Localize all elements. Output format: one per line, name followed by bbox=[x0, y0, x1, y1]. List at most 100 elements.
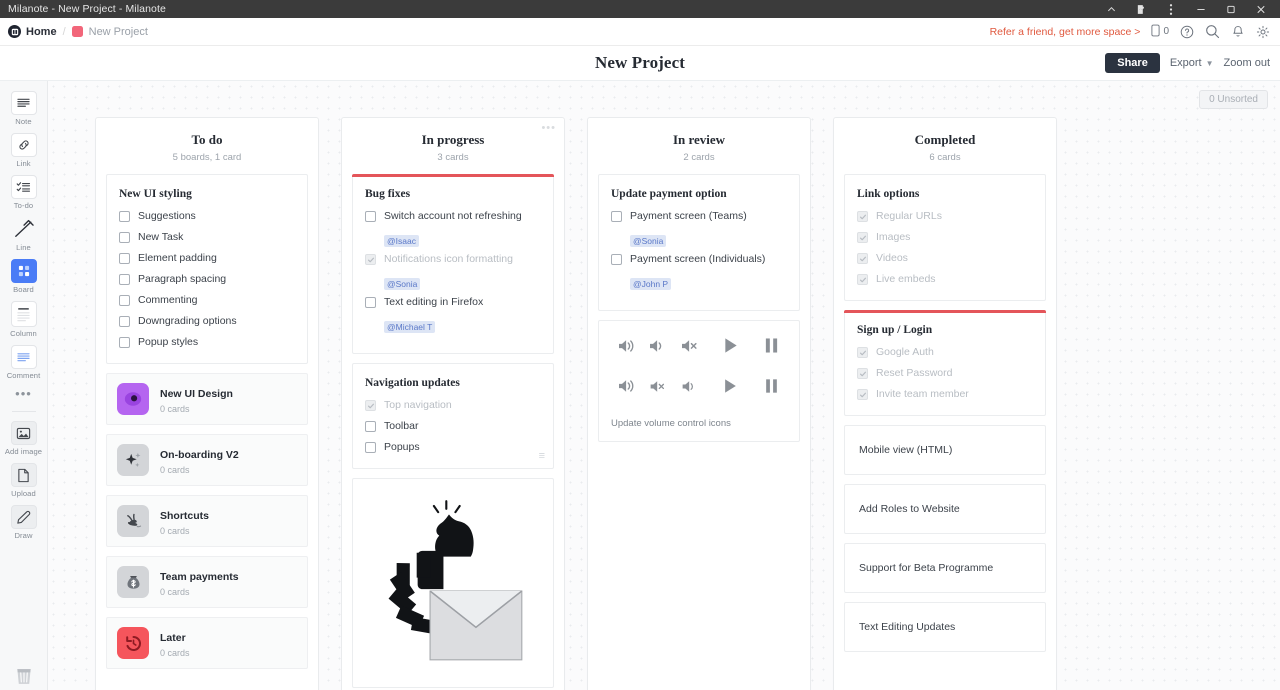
checkbox-checked-icon[interactable] bbox=[857, 389, 868, 400]
board-item-later[interactable]: Later 0 cards bbox=[106, 617, 308, 669]
tool-todo[interactable]: To-do bbox=[0, 175, 48, 210]
card-link-options[interactable]: Link options Regular URLs bbox=[844, 174, 1046, 301]
bell-icon[interactable] bbox=[1231, 25, 1245, 39]
tool-add-image[interactable]: Add image bbox=[0, 421, 48, 456]
checkbox-icon[interactable] bbox=[119, 232, 130, 243]
checkbox-icon[interactable] bbox=[119, 253, 130, 264]
checkbox-checked-icon[interactable] bbox=[857, 232, 868, 243]
tool-board[interactable]: Board bbox=[0, 259, 48, 294]
checklist-item[interactable]: Paragraph spacing bbox=[119, 273, 295, 286]
search-icon[interactable] bbox=[1205, 24, 1220, 39]
close-button[interactable] bbox=[1246, 0, 1276, 18]
checklist-item[interactable]: Text editing in Firefox bbox=[365, 296, 541, 309]
unsorted-badge[interactable]: 0 Unsorted bbox=[1199, 90, 1268, 109]
checkbox-icon[interactable] bbox=[119, 274, 130, 285]
checkbox-icon[interactable] bbox=[365, 211, 376, 222]
checklist-item[interactable]: Toolbar bbox=[365, 420, 541, 433]
minimize-button[interactable] bbox=[1186, 0, 1216, 18]
checklist-item[interactable]: Payment screen (Teams) bbox=[611, 210, 787, 223]
checklist-item[interactable]: Google Auth bbox=[857, 346, 1033, 359]
checklist-item[interactable]: Downgrading options bbox=[119, 315, 295, 328]
checklist-item[interactable]: Reset Password bbox=[857, 367, 1033, 380]
checklist-item[interactable]: Top navigation bbox=[365, 399, 541, 412]
tool-line[interactable]: Line bbox=[0, 217, 48, 252]
checklist-item[interactable]: Popups bbox=[365, 441, 541, 454]
toolbar-more-button[interactable]: ••• bbox=[15, 389, 32, 399]
checkbox-icon[interactable] bbox=[119, 211, 130, 222]
chevron-up-icon[interactable] bbox=[1096, 0, 1126, 18]
tool-draw[interactable]: Draw bbox=[0, 505, 48, 540]
checklist-item[interactable]: Payment screen (Individuals) bbox=[611, 253, 787, 266]
extensions-icon[interactable] bbox=[1126, 0, 1156, 18]
tool-upload[interactable]: Upload bbox=[0, 463, 48, 498]
checklist-item[interactable]: Notifications icon formatting bbox=[365, 253, 541, 266]
board-item-new-ui-design[interactable]: New UI Design 0 cards bbox=[106, 373, 308, 425]
card-thumbs-up-image[interactable] bbox=[352, 478, 554, 688]
checklist-item[interactable]: Commenting bbox=[119, 294, 295, 307]
card-mobile-view[interactable]: Mobile view (HTML) bbox=[844, 425, 1046, 475]
column-to-do[interactable]: To do 5 boards, 1 card New UI styling Su… bbox=[95, 117, 319, 690]
column-in-progress[interactable]: ••• In progress 3 cards Bug fixes Switch… bbox=[341, 117, 565, 690]
card-bug-fixes[interactable]: Bug fixes Switch account not refreshing … bbox=[352, 174, 554, 354]
checkbox-icon[interactable] bbox=[119, 316, 130, 327]
card-text-editing-updates[interactable]: Text Editing Updates bbox=[844, 602, 1046, 652]
more-menu-icon[interactable] bbox=[1156, 0, 1186, 18]
tool-link[interactable]: Link bbox=[0, 133, 48, 168]
checkbox-checked-icon[interactable] bbox=[857, 368, 868, 379]
column-menu-icon[interactable]: ••• bbox=[541, 124, 556, 132]
checkbox-icon[interactable] bbox=[365, 442, 376, 453]
checkbox-checked-icon[interactable] bbox=[857, 211, 868, 222]
mention-tag[interactable]: @Isaac bbox=[384, 235, 419, 247]
mention-tag[interactable]: @Michael T bbox=[384, 321, 435, 333]
checklist-item[interactable]: Regular URLs bbox=[857, 210, 1033, 223]
board-item-team-payments[interactable]: Team payments 0 cards bbox=[106, 556, 308, 608]
mention-tag[interactable]: @Sonia bbox=[384, 278, 420, 290]
card-volume-control-icons[interactable]: Update volume control icons bbox=[598, 320, 800, 442]
gear-icon[interactable] bbox=[1256, 25, 1270, 39]
tool-comment[interactable]: Comment bbox=[0, 345, 48, 380]
checklist-item[interactable]: Suggestions bbox=[119, 210, 295, 223]
refer-friend-link[interactable]: Refer a friend, get more space > bbox=[990, 26, 1141, 38]
checkbox-icon[interactable] bbox=[365, 421, 376, 432]
mention-tag[interactable]: @Sonia bbox=[630, 235, 666, 247]
checklist-item[interactable]: Live embeds bbox=[857, 273, 1033, 286]
checklist-item[interactable]: Switch account not refreshing bbox=[365, 210, 541, 223]
checklist-item[interactable]: Element padding bbox=[119, 252, 295, 265]
checklist-item[interactable]: Images bbox=[857, 231, 1033, 244]
card-support-for-beta-programme[interactable]: Support for Beta Programme bbox=[844, 543, 1046, 593]
maximize-button[interactable] bbox=[1216, 0, 1246, 18]
checklist-item[interactable]: New Task bbox=[119, 231, 295, 244]
checkbox-checked-icon[interactable] bbox=[857, 347, 868, 358]
board-canvas[interactable]: 0 Unsorted To do 5 boards, 1 card New UI… bbox=[48, 81, 1280, 690]
checkbox-icon[interactable] bbox=[119, 295, 130, 306]
drag-handle-icon[interactable]: ≡ bbox=[539, 455, 545, 458]
checklist-item[interactable]: Invite team member bbox=[857, 388, 1033, 401]
checkbox-icon[interactable] bbox=[119, 337, 130, 348]
tool-trash[interactable]: Trash bbox=[0, 665, 48, 690]
zoom-out-button[interactable]: Zoom out bbox=[1224, 57, 1270, 69]
tool-note[interactable]: Note bbox=[0, 91, 48, 126]
checklist-item[interactable]: Popup styles bbox=[119, 336, 295, 349]
board-item-on-boarding-v2[interactable]: On-boarding V2 0 cards bbox=[106, 434, 308, 486]
card-navigation-updates[interactable]: Navigation updates Top navigation Toolba… bbox=[352, 363, 554, 469]
checkbox-icon[interactable] bbox=[365, 297, 376, 308]
mention-tag[interactable]: @John P bbox=[630, 278, 671, 290]
tool-column[interactable]: Column bbox=[0, 301, 48, 338]
checklist-item[interactable]: Videos bbox=[857, 252, 1033, 265]
help-icon[interactable] bbox=[1180, 25, 1194, 39]
card-sign-up-login[interactable]: Sign up / Login Google Auth bbox=[844, 310, 1046, 416]
export-button[interactable]: Export ▼ bbox=[1170, 57, 1214, 69]
share-button[interactable]: Share bbox=[1105, 53, 1160, 73]
column-in-review[interactable]: In review 2 cards Update payment option … bbox=[587, 117, 811, 690]
device-count[interactable]: 0 bbox=[1151, 24, 1169, 40]
checkbox-checked-icon[interactable] bbox=[857, 274, 868, 285]
breadcrumb-home[interactable]: Home bbox=[8, 25, 57, 38]
card-add-roles-to-website[interactable]: Add Roles to Website bbox=[844, 484, 1046, 534]
column-completed[interactable]: Completed 6 cards Link options Regular U… bbox=[833, 117, 1057, 690]
card-new-ui-styling[interactable]: New UI styling Suggestions New Task bbox=[106, 174, 308, 364]
checkbox-icon[interactable] bbox=[611, 211, 622, 222]
checkbox-checked-icon[interactable] bbox=[365, 254, 376, 265]
card-update-payment-option[interactable]: Update payment option Payment screen (Te… bbox=[598, 174, 800, 311]
board-item-shortcuts[interactable]: Shortcuts 0 cards bbox=[106, 495, 308, 547]
checkbox-checked-icon[interactable] bbox=[365, 400, 376, 411]
